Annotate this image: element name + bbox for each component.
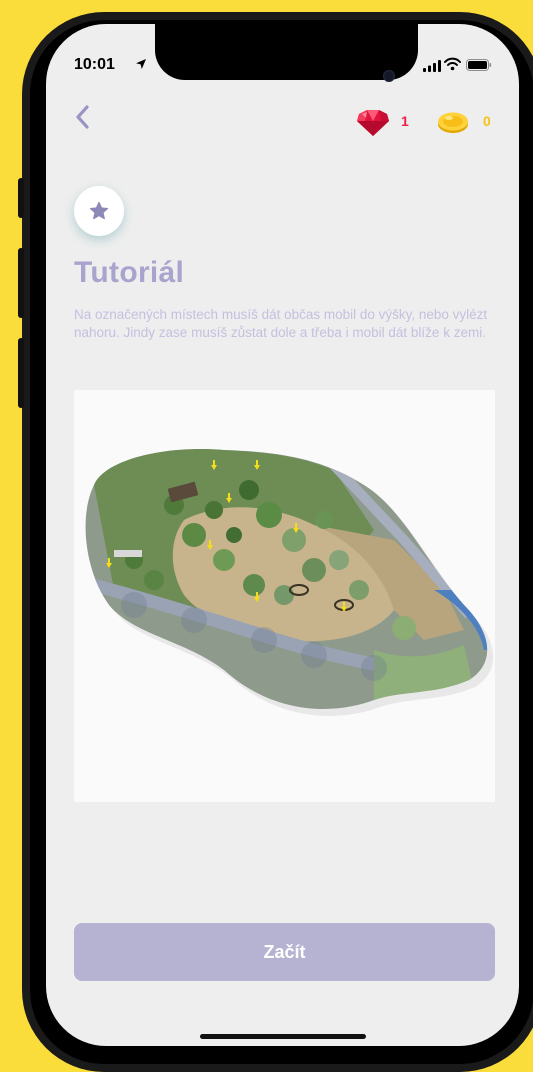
tutorial-description: Na označených místech musíš dát občas mo… bbox=[74, 307, 488, 340]
park-map-illustration bbox=[85, 449, 494, 716]
notch bbox=[155, 24, 418, 80]
volume-down-button bbox=[18, 338, 24, 408]
star-icon bbox=[89, 201, 109, 220]
coin-count: 0 bbox=[483, 113, 491, 129]
start-button[interactable]: Začít bbox=[74, 923, 495, 981]
gem-count: 1 bbox=[401, 113, 409, 129]
mute-switch bbox=[18, 178, 24, 218]
page-title: Tutoriál bbox=[74, 256, 185, 289]
coin-icon bbox=[438, 112, 468, 133]
wifi-icon bbox=[444, 57, 461, 71]
star-badge bbox=[74, 186, 124, 236]
home-indicator bbox=[200, 1034, 366, 1039]
gem-icon bbox=[357, 110, 389, 136]
front-camera bbox=[383, 70, 395, 82]
park-map-image bbox=[74, 390, 495, 802]
status-time: 10:01 bbox=[74, 56, 115, 73]
battery-icon bbox=[466, 59, 492, 71]
back-chevron-icon[interactable] bbox=[72, 104, 94, 130]
location-arrow-icon bbox=[136, 59, 146, 69]
signal-icon bbox=[423, 60, 441, 72]
phone-screen: 10:01 1 0 Tutoriál Na označených místech… bbox=[46, 24, 519, 1046]
volume-up-button bbox=[18, 248, 24, 318]
